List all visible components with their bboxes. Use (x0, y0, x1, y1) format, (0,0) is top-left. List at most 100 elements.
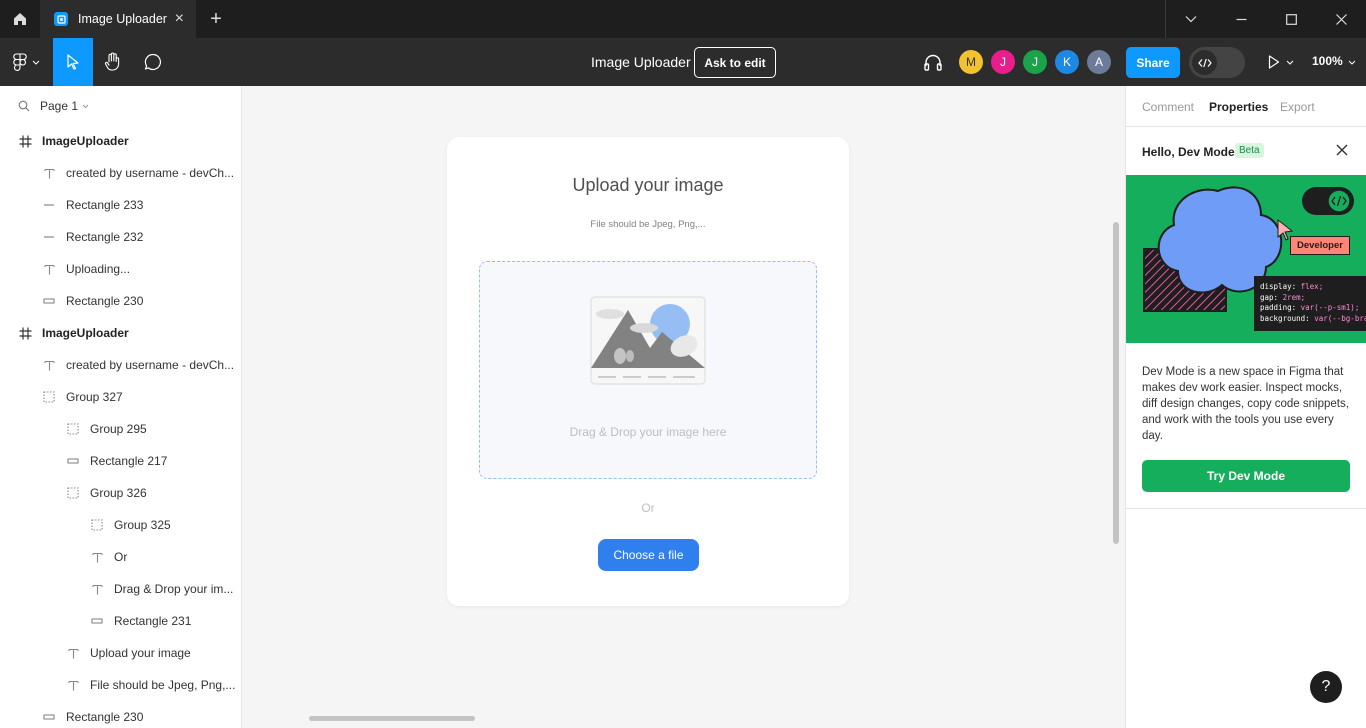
close-window-button[interactable] (1316, 0, 1366, 38)
avatar[interactable]: J (1023, 50, 1047, 74)
frame-icon (18, 134, 32, 148)
layer-label: Rectangle 230 (66, 710, 144, 724)
panel-tabs: Comment Properties Export (1126, 86, 1366, 127)
group-icon (90, 518, 104, 532)
dev-mode-description: Dev Mode is a new space in Figma that ma… (1142, 366, 1349, 442)
tab-properties[interactable]: Properties (1209, 100, 1268, 114)
minimize-button[interactable] (1216, 0, 1266, 38)
cursor-icon (67, 54, 79, 70)
layer-item[interactable]: Rectangle 233 (42, 189, 143, 221)
layer-item[interactable]: Rectangle 230 (42, 701, 143, 728)
chevron-down-icon (1286, 60, 1294, 65)
layer-item[interactable]: Rectangle 230 (42, 285, 143, 317)
layer-label: Group 326 (90, 486, 147, 500)
help-button[interactable]: ? (1310, 671, 1342, 703)
close-tab-icon[interactable]: × (175, 11, 184, 27)
avatar[interactable]: A (1087, 50, 1111, 74)
layer-item[interactable]: Group 325 (90, 509, 171, 541)
group-icon (42, 390, 56, 404)
dropzone-text: Drag & Drop your image here (569, 425, 727, 439)
tab-export[interactable]: Export (1280, 100, 1315, 114)
layer-label: ImageUploader (42, 326, 129, 340)
layer-item[interactable]: ImageUploader (18, 317, 129, 349)
hand-icon (104, 52, 120, 71)
comment-tool-button[interactable] (133, 38, 173, 86)
maximize-button[interactable] (1266, 0, 1316, 38)
upload-card[interactable]: Upload your image File should be Jpeg, P… (447, 137, 849, 606)
drop-zone[interactable]: Drag & Drop your image here (479, 261, 817, 479)
card-title: Upload your image (572, 175, 724, 195)
chevron-down-icon[interactable] (1348, 60, 1356, 65)
beta-badge: Beta (1235, 143, 1264, 158)
layer-item[interactable]: ImageUploader (18, 125, 129, 157)
rectangle-icon (90, 614, 104, 628)
ask-to-edit-button[interactable]: Ask to edit (694, 47, 776, 78)
dev-mode-title: Hello, Dev Mode (1142, 145, 1235, 159)
tab-comment[interactable]: Comment (1142, 100, 1194, 114)
layer-label: created by username - devCh... (66, 166, 235, 180)
layer-item[interactable]: Or (90, 541, 127, 573)
text-icon (66, 678, 80, 692)
title-bar: Image Uploader × + (0, 0, 1366, 38)
maximize-icon (1285, 13, 1297, 25)
layer-label: Upload your image (90, 646, 191, 660)
layer-item[interactable]: Rectangle 232 (42, 221, 143, 253)
vertical-scrollbar[interactable] (1113, 222, 1119, 544)
present-button[interactable] (1262, 38, 1300, 86)
rectangle-icon (42, 294, 56, 308)
close-icon[interactable] (1335, 143, 1349, 157)
layer-item[interactable]: Rectangle 231 (90, 605, 191, 637)
hand-tool-button[interactable] (93, 38, 133, 86)
layer-label: Group 325 (114, 518, 171, 532)
layer-item[interactable]: File should be Jpeg, Png,... (66, 669, 235, 701)
choose-file-button[interactable]: Choose a file (598, 539, 699, 571)
avatar[interactable]: J (991, 50, 1015, 74)
layer-label: Rectangle 231 (114, 614, 192, 628)
text-icon (42, 166, 56, 180)
zoom-level[interactable]: 100% (1312, 54, 1343, 68)
layers-panel: Page 1 ImageUploader created by username … (0, 86, 242, 728)
layer-item[interactable]: Rectangle 217 (66, 445, 167, 477)
text-icon (90, 550, 104, 564)
file-tab[interactable]: Image Uploader × (40, 0, 196, 38)
card-subtitle: File should be Jpeg, Png,... (590, 219, 706, 230)
avatar[interactable]: M (959, 50, 983, 74)
layer-item[interactable]: Group 327 (42, 381, 123, 413)
text-icon (90, 582, 104, 596)
avatar[interactable]: K (1055, 50, 1079, 74)
layer-item[interactable]: Upload your image (66, 637, 191, 669)
layer-label: created by username - devCh... (66, 358, 235, 372)
close-icon (1335, 13, 1347, 25)
layer-item[interactable]: Group 295 (66, 413, 147, 445)
line-icon (42, 230, 56, 244)
try-dev-mode-button[interactable]: Try Dev Mode (1142, 460, 1350, 492)
developer-tag: Developer (1290, 236, 1350, 255)
search-icon[interactable] (18, 100, 30, 112)
layer-item[interactable]: created by username - devCh... (42, 157, 234, 189)
play-icon (1268, 55, 1280, 69)
home-button[interactable] (0, 0, 40, 38)
layer-label: Rectangle 217 (90, 454, 168, 468)
tab-title: Image Uploader (78, 12, 167, 26)
canvas[interactable]: Upload your image File should be Jpeg, P… (242, 86, 1125, 728)
layer-item[interactable]: Uploading... (42, 253, 130, 285)
page-selector[interactable]: Page 1 (0, 86, 241, 126)
dev-mode-toggle[interactable] (1189, 47, 1245, 78)
chevron-down-icon (32, 60, 39, 65)
text-icon (66, 646, 80, 660)
layer-label: File should be Jpeg, Png,... (90, 678, 236, 692)
move-tool-button[interactable] (53, 38, 93, 86)
layer-label: Uploading... (66, 262, 131, 276)
chevron-down-icon (82, 104, 89, 108)
main-menu-button[interactable] (0, 38, 52, 86)
share-button[interactable]: Share (1126, 47, 1180, 78)
layer-item[interactable]: Group 326 (66, 477, 147, 509)
document-title: Image Uploader (591, 54, 691, 70)
audio-button[interactable] (918, 38, 948, 86)
code-icon (1197, 58, 1212, 67)
layer-item[interactable]: created by username - devCh... (42, 349, 234, 381)
dropdown-button[interactable] (1166, 0, 1216, 38)
horizontal-scrollbar[interactable] (309, 716, 475, 721)
new-tab-button[interactable]: + (196, 0, 236, 38)
layer-item[interactable]: Drag & Drop your im... (90, 573, 233, 605)
